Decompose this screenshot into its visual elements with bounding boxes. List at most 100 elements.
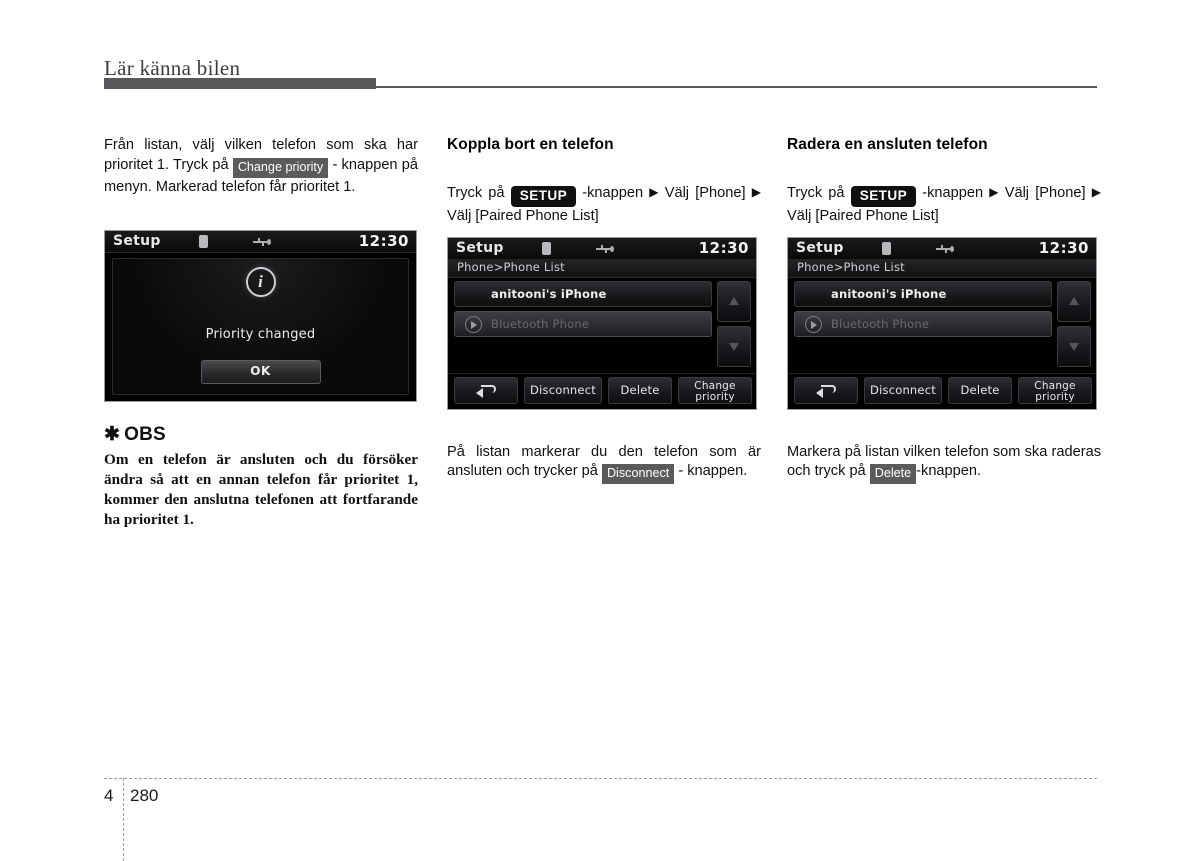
folio-chapter-number: 4 <box>104 786 114 805</box>
chevron-right-icon-2: ▶ <box>751 185 761 199</box>
list1-row1-label: anitooni's iPhone <box>491 287 607 301</box>
list-item[interactable]: Bluetooth Phone <box>454 311 712 337</box>
note-title-label: OBS <box>124 424 166 445</box>
path-valj-three: Välj <box>1004 185 1030 201</box>
list2-row2-label: Bluetooth Phone <box>831 317 930 331</box>
dialog-status-title: Setup <box>113 233 161 249</box>
change-priority-button[interactable]: Change priority <box>1018 377 1092 404</box>
column-two: Koppla bort en telefon Tryck på SETUP -k… <box>447 136 761 227</box>
back-button[interactable] <box>454 377 518 404</box>
screenshot-phone-list-right: Setup 12:30 Phone>Phone List anitooni's … <box>787 237 1097 410</box>
header-rule-thin <box>376 86 1097 88</box>
setup-path-paragraph-two: Tryck på SETUP -knappen ▶ Välj [Phone] ▶… <box>447 184 761 227</box>
list2-breadcrumb-text: Phone>Phone List <box>797 260 905 274</box>
asterisk-icon: ✱ <box>104 424 121 445</box>
change-priority-line2: priority <box>1035 391 1075 404</box>
list2-clock: 12:30 <box>1038 239 1089 257</box>
caption-delete: Markera på listan vilken telefon som ska… <box>787 443 1101 485</box>
change-priority-button[interactable]: Change priority <box>678 377 752 404</box>
chip-change-priority[interactable]: Change priority <box>232 157 329 178</box>
path-phone-three: [Phone] <box>1035 185 1086 201</box>
setup-path-paragraph-three: Tryck på SETUP -knappen ▶ Välj [Phone] ▶… <box>787 184 1101 227</box>
info-icon: i <box>245 267 276 297</box>
chevron-right-icon: ▶ <box>989 185 999 199</box>
bluetooth-icon <box>542 242 551 255</box>
chip-setup-two[interactable]: SETUP <box>510 186 577 207</box>
caption2-post: - knappen. <box>678 463 748 480</box>
list2-toolbar: Disconnect Delete Change priority <box>788 373 1096 409</box>
list1-row2-label: Bluetooth Phone <box>491 317 590 331</box>
list-item[interactable]: Bluetooth Phone <box>794 311 1052 337</box>
scroll-up-icon[interactable] <box>717 281 751 322</box>
scroll-down-icon[interactable] <box>717 326 751 367</box>
chip-setup-three[interactable]: SETUP <box>850 186 917 207</box>
path-mid-two: -knappen <box>582 185 644 201</box>
screenshot-phone-list-left: Setup 12:30 Phone>Phone List anitooni's … <box>447 237 757 410</box>
column-one: Från listan, välj vilken telefon som ska… <box>104 136 418 197</box>
list-item[interactable]: anitooni's iPhone <box>794 281 1052 307</box>
path-pre-three: Tryck på <box>787 185 845 201</box>
path-valj-two: Välj <box>664 185 690 201</box>
screenshot-priority-changed-dialog: Setup 12:30 i Priority changed OK <box>104 230 417 402</box>
list1-toolbar: Disconnect Delete Change priority <box>448 373 756 409</box>
path-pre-two: Tryck på <box>447 185 505 201</box>
dialog-message: Priority changed <box>205 327 316 342</box>
usb-icon <box>253 238 271 246</box>
dialog-panel: i Priority changed OK <box>112 258 409 395</box>
chip-delete[interactable]: Delete <box>869 464 917 485</box>
list2-breadcrumb: Phone>Phone List <box>788 259 1096 278</box>
section-title-koppla-bort: Koppla bort en telefon <box>447 136 614 153</box>
column-three: Radera en ansluten telefon Tryck på SETU… <box>787 136 1101 227</box>
footer-vertical-rule <box>123 778 124 861</box>
list1-breadcrumb-text: Phone>Phone List <box>457 260 565 274</box>
delete-button[interactable]: Delete <box>948 377 1012 404</box>
chip-disconnect[interactable]: Disconnect <box>601 464 675 485</box>
header-rule-thick <box>104 78 376 89</box>
scroll-down-icon[interactable] <box>1057 326 1091 367</box>
change-priority-line2: priority <box>695 391 735 404</box>
caption3-post: -knappen. <box>916 463 982 480</box>
priority-instruction-paragraph: Från listan, välj vilken telefon som ska… <box>104 136 418 197</box>
header-rule <box>104 78 1097 90</box>
list2-scrollbar[interactable] <box>1057 281 1091 367</box>
path-end-two: Välj [Paired Phone List] <box>447 208 599 224</box>
list1-status-title: Setup <box>456 240 504 256</box>
disconnect-button[interactable]: Disconnect <box>524 377 602 404</box>
usb-icon <box>936 245 954 253</box>
list2-status-title: Setup <box>796 240 844 256</box>
list2-area: anitooni's iPhone Bluetooth Phone <box>788 278 1096 374</box>
usb-icon <box>596 245 614 253</box>
caption-disconnect: På listan markerar du den telefon som är… <box>447 443 761 485</box>
footer-rule <box>104 778 1097 779</box>
bluetooth-icon <box>882 242 891 255</box>
note-body: Om en telefon är ansluten och du försöke… <box>104 451 418 529</box>
list1-status-bar: Setup 12:30 <box>448 238 756 260</box>
list1-scrollbar[interactable] <box>717 281 751 367</box>
list-item[interactable]: anitooni's iPhone <box>454 281 712 307</box>
note-block: ✱ OBS Om en telefon är ansluten och du fö… <box>104 423 418 530</box>
dialog-status-bar: Setup 12:30 <box>105 231 416 253</box>
disconnect-button[interactable]: Disconnect <box>864 377 942 404</box>
list1-breadcrumb: Phone>Phone List <box>448 259 756 278</box>
list1-area: anitooni's iPhone Bluetooth Phone <box>448 278 756 374</box>
path-mid-three: -knappen <box>922 185 984 201</box>
path-phone-two: [Phone] <box>695 185 746 201</box>
dialog-ok-button[interactable]: OK <box>200 360 321 384</box>
scroll-up-icon[interactable] <box>1057 281 1091 322</box>
dialog-clock: 12:30 <box>358 232 409 250</box>
list2-status-bar: Setup 12:30 <box>788 238 1096 260</box>
bluetooth-icon <box>199 235 208 248</box>
folio-page-number: 280 <box>130 786 159 805</box>
section-title-radera: Radera en ansluten telefon <box>787 136 988 153</box>
chevron-right-icon: ▶ <box>649 185 659 199</box>
delete-button[interactable]: Delete <box>608 377 672 404</box>
note-title: ✱ OBS <box>104 423 418 446</box>
path-end-three: Välj [Paired Phone List] <box>787 208 939 224</box>
back-arrow-icon <box>476 383 496 398</box>
bluetooth-device-icon <box>805 316 822 333</box>
back-arrow-icon <box>816 383 836 398</box>
list2-row1-label: anitooni's iPhone <box>831 287 947 301</box>
bluetooth-device-icon <box>465 316 482 333</box>
chevron-right-icon-2: ▶ <box>1091 185 1101 199</box>
back-button[interactable] <box>794 377 858 404</box>
